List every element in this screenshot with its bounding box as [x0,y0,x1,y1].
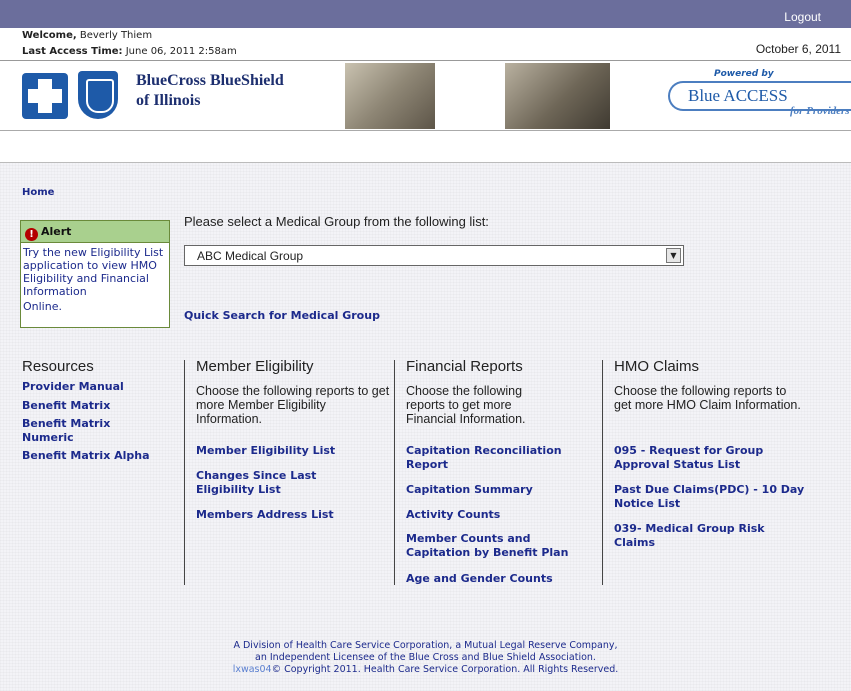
last-access-value: June 06, 2011 2:58am [125,46,237,57]
benefit-matrix-alpha-link[interactable]: Benefit Matrix Alpha [22,449,150,463]
benefit-matrix-numeric-link[interactable]: Benefit Matrix Numeric [22,417,162,445]
request-group-approval-link[interactable]: 095 - Request for Group Approval Status … [614,444,814,472]
server-id: lxwas04 [232,664,272,675]
footer: A Division of Health Care Service Corpor… [0,640,851,676]
alert-body: Try the new Eligibility List application… [21,243,169,313]
member-counts-capitation-link[interactable]: Member Counts and Capitation by Benefit … [406,532,596,560]
copyright-text: © Copyright 2011. Health Care Service Co… [271,664,619,675]
capitation-summary-link[interactable]: Capitation Summary [406,483,533,497]
banner-photo-office [505,63,610,129]
benefit-matrix-link[interactable]: Benefit Matrix [22,399,110,413]
footer-line-3: lxwas04© Copyright 2011. Health Care Ser… [0,664,851,676]
financial-reports-desc: Choose the following reports to get more… [406,384,526,426]
for-providers-label: for Providers [790,105,850,117]
member-eligibility-title: Member Eligibility [196,358,314,375]
financial-reports-title: Financial Reports [406,358,523,375]
banner: BlueCross BlueShield of Illinois Powered… [0,61,851,131]
alert-message[interactable]: Try the new Eligibility List application… [23,246,163,298]
brand-name: BlueCross BlueShield of Illinois [136,71,284,111]
hmo-claims-desc: Choose the following reports to get more… [614,384,801,412]
medical-group-risk-claims-link[interactable]: 039- Medical Group Risk Claims [614,522,804,550]
changes-since-last-link[interactable]: Changes Since Last Eligibility List [196,469,356,497]
footer-line-2: an Independent Licensee of the Blue Cros… [255,652,596,663]
members-address-list-link[interactable]: Members Address List [196,508,334,522]
column-divider-3 [602,360,603,585]
powered-by-label: Powered by [714,69,774,79]
brand-line-2: of Illinois [136,92,201,109]
quick-search-link[interactable]: Quick Search for Medical Group [184,309,380,322]
footer-line-1: A Division of Health Care Service Corpor… [233,640,618,651]
member-eligibility-desc: Choose the following reports to get more… [196,384,390,426]
member-eligibility-list-link[interactable]: Member Eligibility List [196,444,335,458]
top-bar: Logout [0,0,851,28]
welcome-row: Welcome, Beverly Thiem Last Access Time:… [0,28,851,61]
last-access-text: Last Access Time: June 06, 2011 2:58am [22,46,237,57]
banner-photo-meeting [345,63,435,129]
alert-box: ! Alert Try the new Eligibility List appl… [20,220,170,328]
dropdown-arrow-icon[interactable]: ▼ [666,248,681,263]
brand-line-1: BlueCross BlueShield [136,72,284,89]
medical-group-selected: ABC Medical Group [197,249,304,263]
current-date: October 6, 2011 [755,42,841,56]
age-gender-counts-link[interactable]: Age and Gender Counts [406,572,553,586]
alert-title: Alert [41,225,72,238]
blue-shield-logo-icon [78,71,118,119]
column-divider-1 [184,360,185,585]
welcome-label: Welcome, [22,30,77,41]
select-group-prompt: Please select a Medical Group from the f… [184,214,489,229]
hmo-claims-title: HMO Claims [614,358,699,375]
alert-exclamation-icon: ! [25,228,38,241]
home-link[interactable]: Home [22,187,54,198]
past-due-claims-link[interactable]: Past Due Claims(PDC) - 10 Day Notice Lis… [614,483,814,511]
last-access-label: Last Access Time: [22,46,123,57]
provider-manual-link[interactable]: Provider Manual [22,380,124,394]
medical-group-select[interactable]: ABC Medical Group ▼ [184,245,684,266]
activity-counts-link[interactable]: Activity Counts [406,508,500,522]
logout-link[interactable]: Logout [784,10,821,24]
welcome-text: Welcome, Beverly Thiem [22,30,152,41]
column-divider-2 [394,360,395,585]
capitation-reconciliation-link[interactable]: Capitation Reconciliation Report [406,444,591,472]
blue-cross-logo-icon [22,73,68,119]
sub-banner [0,131,851,163]
welcome-name: Beverly Thiem [79,30,153,41]
resources-title: Resources [22,358,94,375]
alert-header: ! Alert [21,221,169,243]
alert-online-link[interactable]: Online. [23,300,167,313]
